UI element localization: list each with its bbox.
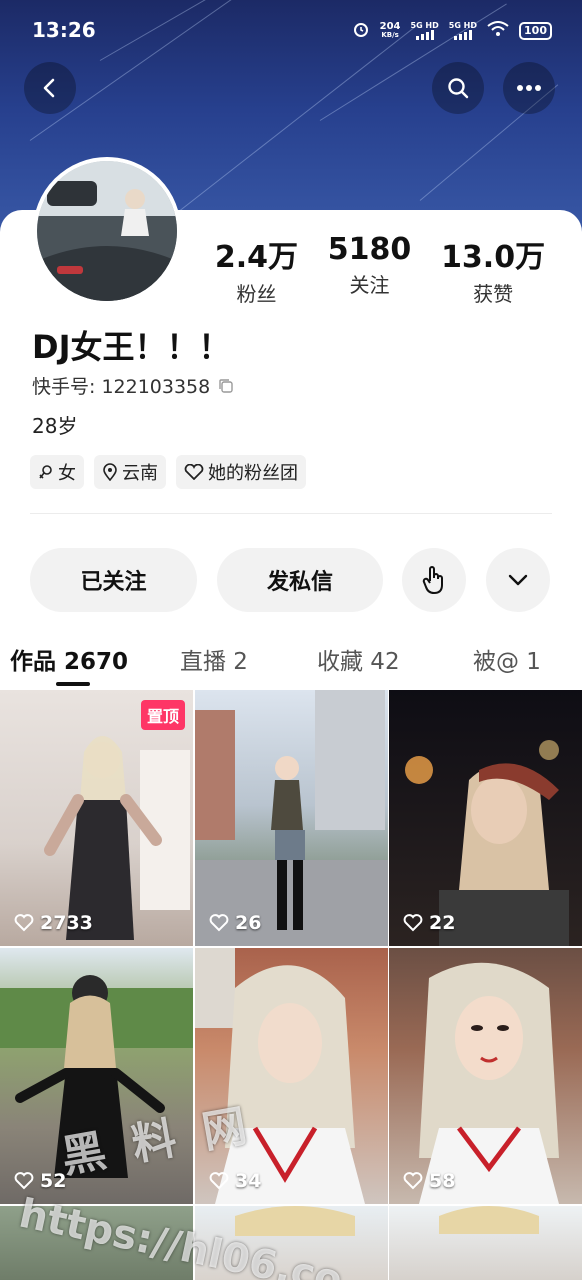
tab-active-indicator	[56, 682, 90, 686]
stat-label: 粉丝	[236, 282, 277, 306]
video-likes: 34	[209, 1170, 261, 1192]
avatar[interactable]	[33, 157, 181, 305]
heart-icon	[403, 1172, 423, 1190]
heart-icon	[14, 1172, 34, 1190]
stat-value: 13.0万	[441, 240, 546, 275]
female-icon	[39, 465, 52, 479]
video-likes: 52	[14, 1170, 66, 1192]
more-button[interactable]	[503, 62, 555, 114]
video-thumbnail[interactable]: 置顶 2733	[0, 690, 193, 946]
video-thumbnail[interactable]: 34	[195, 948, 388, 1204]
following-button[interactable]: 已关注	[30, 548, 197, 612]
tab-works[interactable]: 作品 2670	[10, 642, 128, 676]
chevron-down-icon	[508, 574, 528, 586]
video-thumbnail-image	[405, 740, 569, 946]
video-likes: 22	[403, 912, 455, 934]
hand-pointer-icon	[422, 566, 443, 594]
stat-fans[interactable]: 2.4万 粉丝	[215, 232, 298, 307]
video-thumbnail[interactable]	[389, 1206, 582, 1280]
video-thumbnail[interactable]: 26	[195, 690, 388, 946]
video-thumbnail-image	[195, 690, 388, 946]
more-dots-icon	[517, 85, 541, 91]
user-id-text: 快手号: 122103358	[32, 376, 211, 398]
expand-button[interactable]	[486, 548, 550, 612]
tag-location[interactable]: 云南	[94, 455, 166, 489]
video-likes: 58	[403, 1170, 455, 1192]
stat-label: 获赞	[473, 282, 514, 306]
likes-count: 22	[429, 912, 456, 934]
status-bar: 13:26 204 KB/s 5G HD 5G HD 100	[0, 0, 582, 62]
sim2-signal: 5G HD	[449, 21, 477, 40]
tab-mentions[interactable]: 被@ 1	[473, 642, 541, 676]
stat-value: 5180	[327, 232, 412, 267]
tag-label: 云南	[122, 463, 158, 484]
profile-age: 28岁	[32, 414, 78, 438]
status-time: 13:26	[32, 18, 96, 42]
likes-count: 52	[40, 1170, 67, 1192]
video-thumbnail-image	[439, 1206, 539, 1234]
heart-icon	[14, 914, 34, 932]
stat-value: 2.4万	[214, 240, 299, 275]
likes-count: 2733	[40, 912, 93, 934]
profile-tags: 女 云南 她的粉丝团	[30, 455, 306, 489]
likes-count: 34	[235, 1170, 262, 1192]
likes-count: 26	[235, 912, 262, 934]
net-speed: 204 KB/s	[379, 20, 401, 39]
divider	[30, 513, 552, 514]
heart-icon	[209, 914, 229, 932]
content-tabs: 作品 2670 直播 2 收藏 42 被@ 1	[0, 636, 582, 686]
stat-label: 关注	[349, 273, 390, 297]
pinned-badge: 置顶	[140, 700, 185, 730]
video-likes: 2733	[14, 912, 93, 934]
stat-likes[interactable]: 13.0万 获赞	[441, 232, 545, 307]
stat-following[interactable]: 5180 关注	[328, 232, 412, 307]
tag-fan-group[interactable]: 她的粉丝团	[176, 455, 306, 489]
status-icons: 204 KB/s 5G HD 5G HD 100	[352, 20, 552, 41]
tag-gender: 女	[30, 455, 84, 489]
search-icon	[448, 78, 469, 99]
tab-live[interactable]: 直播 2	[180, 642, 248, 676]
back-arrow-icon	[43, 78, 55, 98]
video-thumbnail[interactable]: 58	[389, 948, 582, 1204]
battery-indicator: 100	[519, 21, 552, 40]
sim1-signal: 5G HD	[411, 21, 439, 40]
location-icon	[103, 463, 117, 481]
profile-name: DJ女王！！！	[32, 328, 231, 366]
user-id: 快手号: 122103358	[32, 372, 234, 399]
alarm-icon	[352, 20, 370, 41]
tag-label: 她的粉丝团	[208, 463, 298, 484]
video-thumbnail-image	[419, 962, 559, 1204]
wifi-icon	[487, 21, 509, 40]
video-thumbnail[interactable]: 22	[389, 690, 582, 946]
video-thumbnail-image	[195, 948, 365, 1204]
copy-icon[interactable]	[218, 378, 234, 394]
avatar-photo	[37, 161, 177, 301]
heart-icon	[403, 914, 423, 932]
fan-group-icon	[184, 464, 204, 480]
video-likes: 26	[209, 912, 261, 934]
heart-icon	[209, 1172, 229, 1190]
search-button[interactable]	[432, 62, 484, 114]
send-message-button[interactable]: 发私信	[217, 548, 383, 612]
profile-stats: 2.4万 粉丝 5180 关注 13.0万 获赞	[200, 232, 560, 307]
likes-count: 58	[429, 1170, 456, 1192]
tag-label: 女	[58, 463, 76, 484]
poke-button[interactable]	[402, 548, 466, 612]
tab-favorites[interactable]: 收藏 42	[317, 642, 400, 676]
back-button[interactable]	[24, 62, 76, 114]
